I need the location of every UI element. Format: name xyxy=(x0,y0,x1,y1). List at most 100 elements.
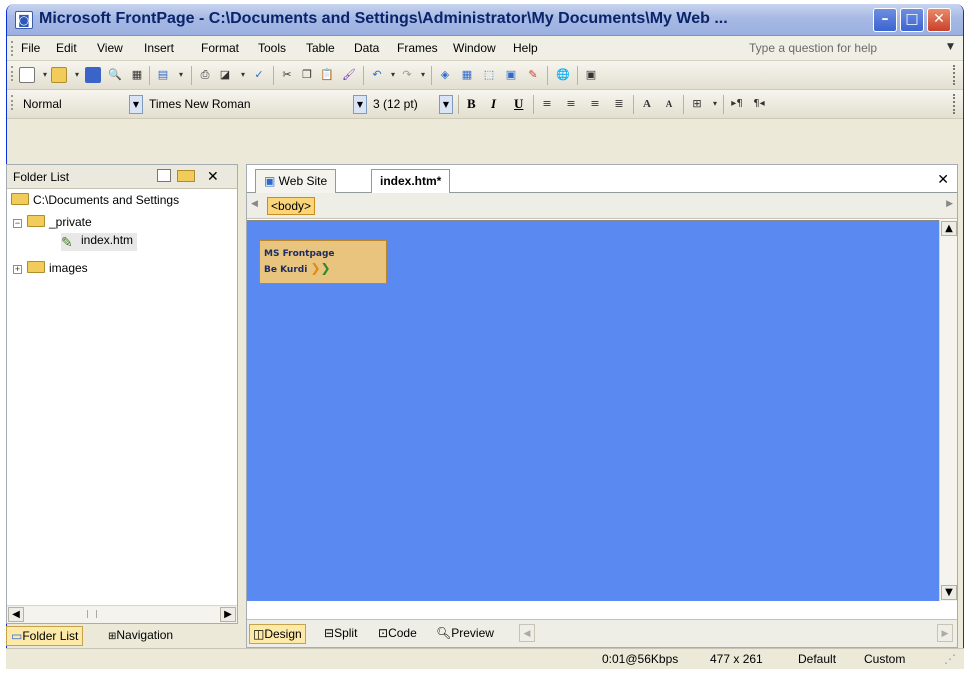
bold-button[interactable]: B xyxy=(467,96,476,112)
expand-icon[interactable]: + xyxy=(13,265,22,274)
tab-navigation[interactable]: ⊞Navigation xyxy=(104,626,177,646)
align-right-icon[interactable]: ≡ xyxy=(587,96,603,112)
redo-icon[interactable]: ↷ xyxy=(399,67,415,83)
tag-scroll-right-icon[interactable]: ▶ xyxy=(946,199,953,209)
close-button[interactable]: ✕ xyxy=(927,8,951,32)
open-folder-icon[interactable] xyxy=(51,67,67,83)
design-canvas[interactable]: MS Frontpage Be Kurdi ❯❯ xyxy=(247,220,939,601)
italic-button[interactable]: I xyxy=(491,96,496,112)
menu-insert[interactable]: Insert xyxy=(144,41,174,55)
page-dimensions[interactable]: 477 x 261 xyxy=(710,652,763,666)
maximize-button[interactable]: □ xyxy=(900,8,924,32)
menu-data[interactable]: Data xyxy=(354,41,379,55)
undo-icon[interactable]: ↶ xyxy=(369,67,385,83)
scroll-up-icon[interactable]: ▲ xyxy=(941,221,957,236)
tab-code[interactable]: ⊡Code xyxy=(375,624,420,644)
menu-frames[interactable]: Frames xyxy=(397,41,438,55)
tab-split[interactable]: ⊟Split xyxy=(321,624,360,644)
align-center-icon[interactable]: ≡ xyxy=(563,96,579,112)
justify-icon[interactable]: ≣ xyxy=(611,96,627,112)
editor-vertical-scrollbar[interactable]: ▲ ▼ xyxy=(939,220,957,601)
folder-horizontal-scrollbar[interactable]: ◀ ▶ xyxy=(7,605,237,623)
hyperlink-icon[interactable]: 🌐 xyxy=(555,67,571,83)
tab-preview[interactable]: 🔍︎Preview xyxy=(433,624,497,644)
insert-picture-icon[interactable]: ▣ xyxy=(503,67,519,83)
align-left-icon[interactable]: ≡ xyxy=(539,96,555,112)
web-component-icon[interactable]: ◈ xyxy=(437,67,453,83)
print-icon[interactable]: ⎙ xyxy=(197,67,213,83)
menu-file[interactable]: File xyxy=(21,41,40,55)
new-page-icon[interactable] xyxy=(157,169,171,182)
resize-grip-icon[interactable]: ⋰ xyxy=(944,652,956,666)
view-scroll-right-icon[interactable]: ▶ xyxy=(937,624,953,642)
insert-layer-icon[interactable]: ⬚ xyxy=(481,67,497,83)
doctype-mode[interactable]: Default xyxy=(798,652,836,666)
new-folder-icon[interactable] xyxy=(177,170,195,182)
format-toolbar-options-icon[interactable] xyxy=(953,94,959,114)
rtl-icon[interactable]: ¶◂ xyxy=(751,96,767,112)
redo-dropdown-icon[interactable]: ▾ xyxy=(415,67,431,83)
tab-web-site[interactable]: ▣ Web Site xyxy=(255,169,337,193)
scroll-thumb-grip[interactable] xyxy=(87,610,97,618)
format-toolbar-grip[interactable] xyxy=(11,95,14,110)
scroll-left-icon[interactable]: ◀ xyxy=(8,607,24,622)
menu-window[interactable]: Window xyxy=(453,41,496,55)
scroll-down-icon[interactable]: ▼ xyxy=(941,585,957,600)
tree-private-folder[interactable]: − _private xyxy=(13,215,92,233)
search-icon[interactable]: 🔍 xyxy=(107,67,123,83)
insert-table-icon[interactable]: ▦ xyxy=(459,67,475,83)
menu-table[interactable]: Table xyxy=(306,41,335,55)
tree-root[interactable]: C:\Documents and Settings xyxy=(11,193,179,211)
menu-tools[interactable]: Tools xyxy=(258,41,286,55)
minimize-button[interactable]: – xyxy=(873,8,897,32)
open-dropdown-icon[interactable]: ▾ xyxy=(69,67,85,83)
paste-icon[interactable]: 📋 xyxy=(319,67,335,83)
size-dropdown-icon[interactable]: ▼ xyxy=(439,95,453,114)
view-scroll-left-icon[interactable]: ◀ xyxy=(519,624,535,642)
borders-icon[interactable]: ⊞ xyxy=(689,96,705,112)
tab-design[interactable]: ◫Design xyxy=(249,624,306,644)
cut-icon[interactable]: ✂ xyxy=(279,67,295,83)
menu-format[interactable]: Format xyxy=(201,41,239,55)
help-dropdown-icon[interactable]: ▼ xyxy=(947,42,954,52)
css-mode[interactable]: Custom xyxy=(864,652,905,666)
borders-dropdown-icon[interactable]: ▾ xyxy=(707,96,723,112)
save-icon[interactable] xyxy=(85,67,101,83)
new-page-icon[interactable] xyxy=(19,67,35,83)
copy-icon[interactable]: ❐ xyxy=(299,67,315,83)
toggle-pane-icon[interactable]: ▤ xyxy=(155,67,171,83)
menu-grip[interactable] xyxy=(11,41,14,56)
preview-browser-icon[interactable]: ◪ xyxy=(217,67,233,83)
publish-icon[interactable]: ▦ xyxy=(129,67,145,83)
tag-scroll-left-icon[interactable]: ◀ xyxy=(251,199,258,209)
underline-button[interactable]: U xyxy=(514,96,523,112)
font-size-select[interactable]: 3 (12 pt) xyxy=(369,95,437,114)
tab-folder-list[interactable]: ▭Folder List xyxy=(6,626,84,646)
help-question-box[interactable]: Type a question for help xyxy=(745,39,941,58)
tab-index-htm[interactable]: index.htm* xyxy=(371,169,451,194)
menu-help[interactable]: Help xyxy=(513,41,538,55)
collapse-icon[interactable]: − xyxy=(13,219,22,228)
preview-dropdown-icon[interactable]: ▾ xyxy=(235,67,251,83)
help-icon[interactable]: ▣ xyxy=(583,67,599,83)
decrease-font-icon[interactable]: A xyxy=(661,96,677,112)
font-dropdown-icon[interactable]: ▼ xyxy=(353,95,367,114)
spelling-icon[interactable]: ✓ xyxy=(251,67,267,83)
menu-view[interactable]: View xyxy=(97,41,123,55)
menu-edit[interactable]: Edit xyxy=(56,41,77,55)
drawing-icon[interactable]: ✎ xyxy=(525,67,541,83)
close-pane-icon[interactable]: ✕ xyxy=(207,168,219,185)
scroll-right-icon[interactable]: ▶ xyxy=(220,607,236,622)
close-document-icon[interactable]: ✕ xyxy=(937,171,949,188)
pane-dropdown-icon[interactable]: ▾ xyxy=(173,67,189,83)
frontpage-logo-image[interactable]: MS Frontpage Be Kurdi ❯❯ xyxy=(259,240,387,284)
increase-font-icon[interactable]: A xyxy=(639,96,655,112)
tree-images-folder[interactable]: + images xyxy=(13,261,88,279)
toolbar-options-icon[interactable] xyxy=(953,65,959,85)
tree-file-index[interactable]: ✎ index.htm xyxy=(61,233,138,251)
body-tag[interactable]: <body> xyxy=(267,197,316,215)
format-painter-icon[interactable]: 🖌 xyxy=(341,67,357,83)
style-select[interactable]: Normal xyxy=(19,95,127,114)
toolbar-grip[interactable] xyxy=(11,66,14,81)
style-dropdown-icon[interactable]: ▼ xyxy=(129,95,143,114)
